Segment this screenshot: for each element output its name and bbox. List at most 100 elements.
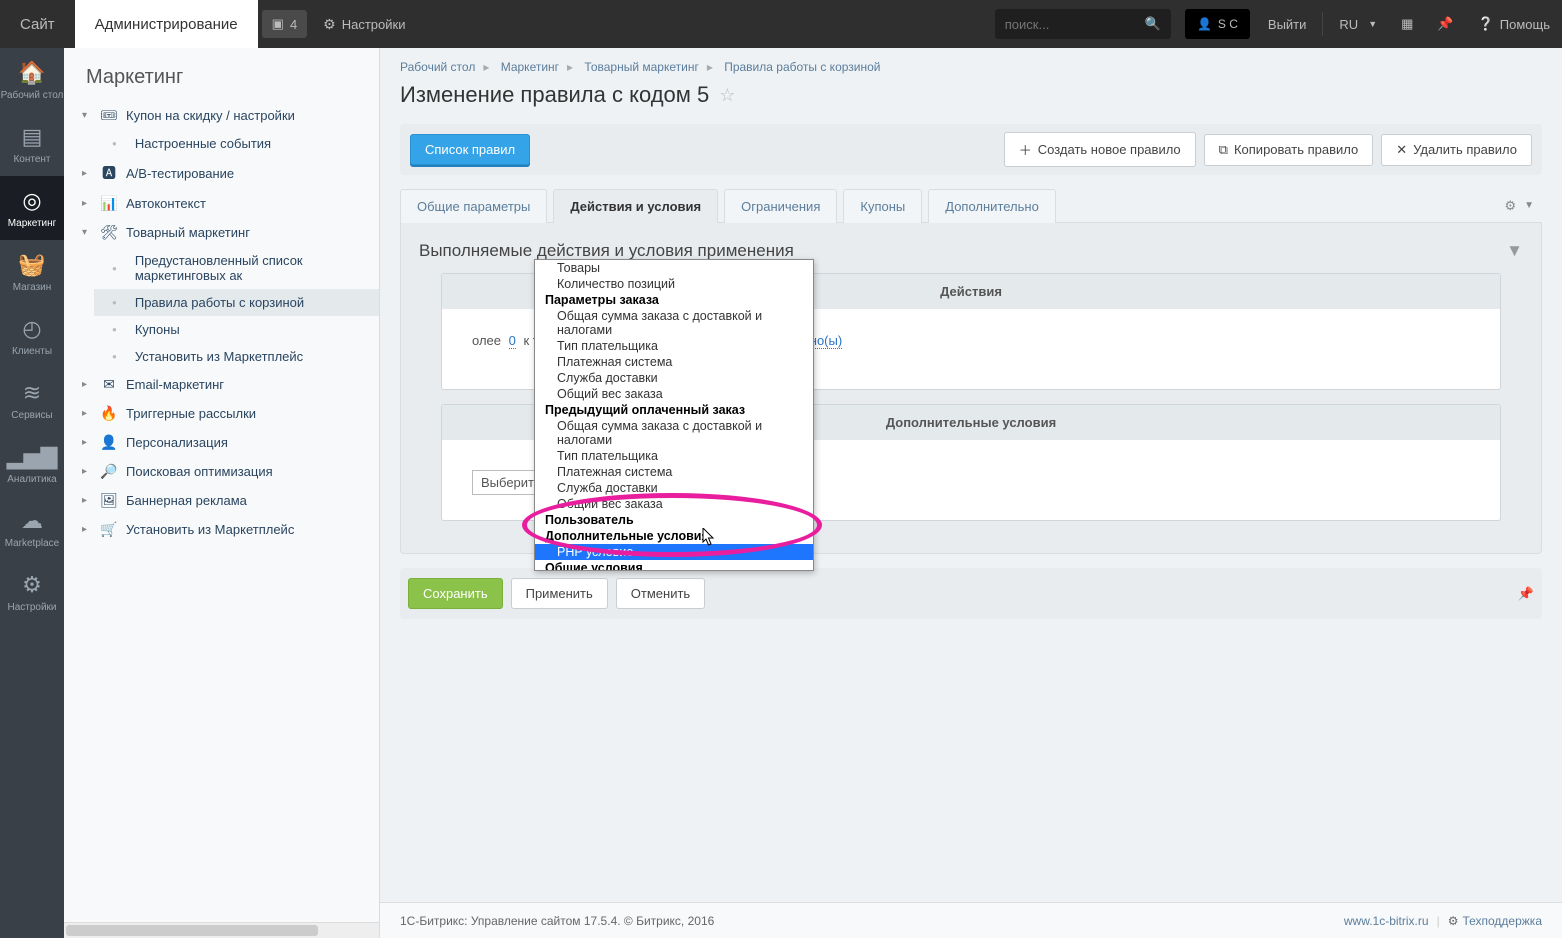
user-badge[interactable]: 👤 S C [1185,9,1250,39]
calendar-icon[interactable]: ▦ [1389,0,1425,48]
dropdown-option[interactable]: Общая сумма заказа с доставкой и налогам… [535,418,813,448]
autocontext-icon: 📊 [100,195,118,212]
lang-switcher[interactable]: RU▼ [1327,0,1389,48]
form-buttons: Сохранить Применить Отменить 📌 [400,568,1542,619]
help-link[interactable]: ❔Помощь [1466,0,1562,48]
chevron-down-icon[interactable]: ▼ [1524,200,1534,211]
copy-button[interactable]: ⧉Копировать правило [1204,134,1374,166]
notifications-button[interactable]: ▣ 4 [262,10,308,38]
dropdown-option[interactable]: Тип плательщика [535,448,813,464]
bc-desktop[interactable]: Рабочий стол [400,60,475,74]
condition-dropdown: ТоварыКоличество позицийПараметры заказа… [534,259,814,571]
tree-coupon-events[interactable]: Настроенные события [94,130,379,157]
tree-seo[interactable]: ▸🔎Поисковая оптимизация [64,457,379,486]
tree-personalization[interactable]: ▸👤Персонализация [64,428,379,457]
tree-product-marketing[interactable]: ▾🛠Товарный маркетинг [64,218,379,247]
collapse-icon[interactable]: ▼ [1506,241,1523,261]
tree-install-mp[interactable]: ▸🛒Установить из Маркетплейс [64,515,379,544]
plus-icon: ＋ [1019,140,1032,159]
rail-store[interactable]: 🧺Магазин [0,240,64,304]
dropdown-option[interactable]: Дополнительные условия [535,528,813,544]
list-button[interactable]: Список правил [410,134,530,165]
help-icon: ❔ [1478,16,1494,32]
tree-trigger[interactable]: ▸🔥Триггерные рассылки [64,399,379,428]
tab-coupons[interactable]: Купоны [843,189,922,223]
create-button[interactable]: ＋Создать новое правило [1004,132,1196,167]
top-bar: Сайт Администрирование ▣ 4 Настройки 🔍 👤… [0,0,1562,48]
tree-ab[interactable]: ▸🅰A/B-тестирование [64,157,379,189]
close-icon: ✕ [1396,142,1407,158]
dropdown-option[interactable]: Платежная система [535,354,813,370]
document-icon: ▤ [22,124,43,150]
tab-limits[interactable]: Ограничения [724,189,837,223]
favorite-star-icon[interactable]: ☆ [719,85,735,106]
footer-support[interactable]: Техподдержка [1462,914,1542,928]
tree-coupons[interactable]: Купоны [94,316,379,343]
footer-link[interactable]: www.1c-bitrix.ru [1344,914,1429,928]
dropdown-option[interactable]: Общие условия [535,560,813,570]
delete-button[interactable]: ✕Удалить правило [1381,134,1532,166]
logout-link[interactable]: Выйти [1256,0,1319,48]
dropdown-option[interactable]: Пользователь [535,512,813,528]
bc-marketing[interactable]: Маркетинг [501,60,559,74]
gear-icon: ⚙ [1448,914,1459,928]
search-input[interactable] [995,11,1135,38]
dropdown-option[interactable]: Тип плательщика [535,338,813,354]
dropdown-option[interactable]: Служба доставки [535,370,813,386]
dropdown-option[interactable]: Служба доставки [535,480,813,496]
save-button[interactable]: Сохранить [408,578,503,609]
dropdown-option[interactable]: Общий вес заказа [535,496,813,512]
tools-icon: 🛠 [100,224,118,241]
tree-coupon[interactable]: ▾🎟Купон на скидку / настройки [64,101,379,130]
rail-content[interactable]: ▤Контент [0,112,64,176]
banner-icon: 🖼 [100,492,118,509]
tab-admin[interactable]: Администрирование [75,0,258,48]
dropdown-option[interactable]: Количество позиций [535,276,813,292]
dropdown-option[interactable]: Параметры заказа [535,292,813,308]
expand-icon: ▸ [82,198,92,209]
rail-marketing[interactable]: ◎Маркетинг [0,176,64,240]
tree-banner[interactable]: ▸🖼Баннерная реклама [64,486,379,515]
rail-settings[interactable]: ⚙Настройки [0,560,64,624]
tree-email[interactable]: ▸✉Email-маркетинг [64,370,379,399]
dropdown-option[interactable]: Платежная система [535,464,813,480]
rail-marketplace[interactable]: ☁Marketplace [0,496,64,560]
rail-services[interactable]: ≋Сервисы [0,368,64,432]
tab-general[interactable]: Общие параметры [400,189,547,223]
rail-clients[interactable]: ◴Клиенты [0,304,64,368]
expand-icon: ▸ [82,524,92,535]
rail-desktop[interactable]: 🏠Рабочий стол [0,48,64,112]
cloud-icon: ☁ [21,508,43,534]
left-panel: Маркетинг ▾🎟Купон на скидку / настройки … [64,48,380,938]
bc-rules[interactable]: Правила работы с корзиной [724,60,880,74]
dropdown-option[interactable]: PHP условие [535,544,813,560]
gear-icon[interactable]: ⚙ [1504,198,1516,214]
left-rail: 🏠Рабочий стол ▤Контент ◎Маркетинг 🧺Магаз… [0,48,64,938]
rail-analytics[interactable]: ▂▅▇Аналитика [0,432,64,496]
dropdown-option[interactable]: Товары [535,260,813,276]
search-icon[interactable]: 🔍 [1135,16,1171,32]
pin-icon[interactable]: 📌 [1518,586,1534,602]
chevron-down-icon: ▼ [1368,19,1377,29]
expand-icon: ▸ [82,379,92,390]
expand-icon: ▸ [82,408,92,419]
dropdown-option[interactable]: Общий вес заказа [535,386,813,402]
tree-preset[interactable]: Предустановленный список маркетинговых а… [94,247,379,289]
dropdown-option[interactable]: Предыдущий оплаченный заказ [535,402,813,418]
tab-actions[interactable]: Действия и условия [553,189,718,223]
panel-hscroll[interactable] [64,922,379,938]
tab-extra[interactable]: Дополнительно [928,189,1056,223]
expand-icon: ▸ [82,495,92,506]
tab-site[interactable]: Сайт [0,0,75,48]
tree-autocontext[interactable]: ▸📊Автоконтекст [64,189,379,218]
tree-install[interactable]: Установить из Маркетплейс [94,343,379,370]
dropdown-option[interactable]: Общая сумма заказа с доставкой и налогам… [535,308,813,338]
top-settings[interactable]: Настройки [311,0,417,48]
bc-product[interactable]: Товарный маркетинг [584,60,698,74]
rule-value[interactable]: 0 [509,333,516,349]
pin-icon[interactable]: 📌 [1425,0,1465,48]
expand-icon: ▸ [82,168,92,179]
apply-button[interactable]: Применить [511,578,608,609]
tree-rules[interactable]: Правила работы с корзиной [94,289,379,316]
cancel-button[interactable]: Отменить [616,578,705,609]
